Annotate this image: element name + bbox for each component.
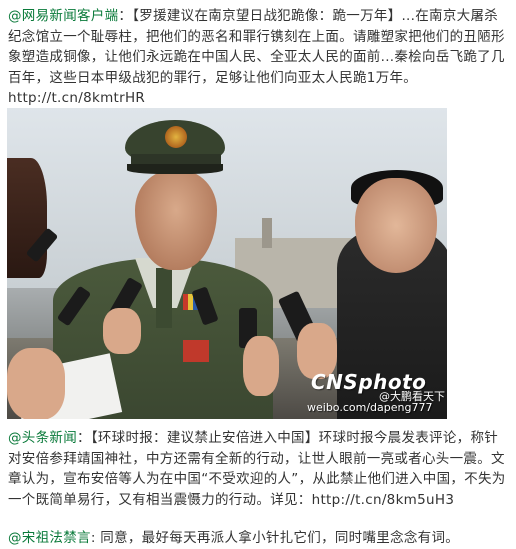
photo-badge [183,340,209,362]
photo-tie [156,268,172,328]
photo-cap-visor [127,164,223,174]
photo-hand [7,348,65,419]
news-photo[interactable]: CNSphoto @大鹏看天下 weibo.com/dapeng777 [7,108,447,419]
watermark-url: weibo.com/dapeng777 [307,401,433,414]
photo-reporter-face [355,178,437,273]
separator: ： [77,430,91,446]
photo-tower [262,218,272,248]
post-link[interactable]: http://t.cn/8km5uH3 [312,492,455,508]
comment: @宋祖法禁言: 同意，最好每天再派人拿小针扎它们，同时嘴里念念有词。 [8,528,510,548]
comment-body: 同意，最好每天再派人拿小针扎它们，同时嘴里念念有词。 [100,530,460,546]
author-mention[interactable]: @头条新闻 [8,430,77,446]
post-link[interactable]: http://t.cn/8kmtrHR [8,90,145,106]
photo-hand [243,336,279,396]
photo-cap-emblem [165,126,187,148]
repost-2: @头条新闻：【环球时报：建议禁止安倍进入中国】环球时报今晨发表评论，称针对安倍参… [8,428,510,510]
author-mention[interactable]: @网易新闻客户端 [8,8,118,24]
repost-1: @网易新闻客户端：【罗援建议在南京望日战犯跪像：跪一万年】...在南京大屠杀纪念… [8,6,510,109]
photo-hand [103,308,141,354]
photo-bystander [7,158,47,278]
author-mention[interactable]: @宋祖法禁言 [8,530,91,546]
separator: ： [118,8,133,24]
separator: : [90,530,101,546]
